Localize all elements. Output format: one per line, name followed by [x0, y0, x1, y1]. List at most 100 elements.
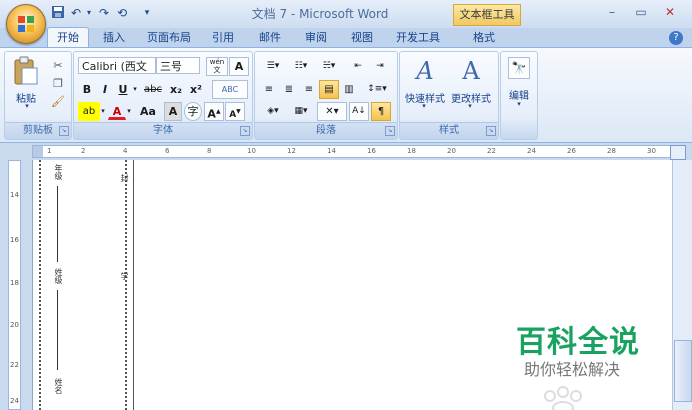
- shading-icon[interactable]: ◈▾: [259, 102, 287, 121]
- change-styles-icon[interactable]: A: [456, 56, 486, 86]
- grow-font-button[interactable]: A▲: [204, 102, 224, 121]
- tab-page-layout[interactable]: 页面布局: [141, 28, 197, 47]
- distributed-icon[interactable]: ▥: [339, 80, 359, 99]
- change-case-button[interactable]: Aa: [134, 102, 162, 121]
- scrollbar-thumb[interactable]: [674, 340, 692, 402]
- sort-icon[interactable]: A↓: [349, 102, 369, 121]
- vertical-text: 学: [120, 272, 129, 280]
- align-right-icon[interactable]: ≡: [299, 80, 319, 99]
- editing-dropdown-icon[interactable]: ▾: [515, 100, 523, 108]
- ruler-tick: 14: [327, 147, 336, 155]
- quick-styles-icon[interactable]: A: [410, 56, 440, 86]
- ruler-tick: 12: [287, 147, 296, 155]
- highlight-button[interactable]: ab: [78, 102, 100, 121]
- superscript-button[interactable]: x²: [186, 80, 206, 99]
- font-name-combo[interactable]: Calibri (西文: [78, 57, 156, 74]
- ruler-tick: 10: [247, 147, 256, 155]
- numbering-icon[interactable]: ☷▾: [287, 57, 315, 76]
- line-spacing-icon[interactable]: ↕≡▾: [363, 80, 391, 99]
- tab-format[interactable]: 格式: [466, 28, 502, 47]
- ruler-margin-shade: [33, 146, 43, 157]
- char-shading-icon[interactable]: A: [164, 102, 182, 121]
- ruler-tick: 22: [10, 361, 19, 369]
- font-group: Calibri (西文 三号 wén 文 A B I U ▾ abc x₂ x²…: [73, 51, 253, 140]
- watermark-title: 百科全说: [516, 325, 640, 360]
- tab-developer[interactable]: 开发工具: [390, 28, 446, 47]
- repeat-icon[interactable]: ⟲: [113, 5, 131, 21]
- justify-icon[interactable]: ▤: [319, 80, 339, 99]
- tab-insert[interactable]: 插入: [96, 28, 132, 47]
- save-icon[interactable]: [50, 5, 66, 21]
- underline-dropdown-icon[interactable]: ▾: [130, 80, 140, 99]
- paragraph-group-label: 段落: [255, 122, 397, 139]
- align-left-icon[interactable]: ≡: [259, 80, 279, 99]
- paragraph-dialog-launcher-icon[interactable]: ↘: [385, 126, 395, 136]
- increase-indent-icon[interactable]: ⇥: [369, 57, 391, 76]
- dialog-launcher-icon[interactable]: ↘: [59, 126, 69, 136]
- customize-icon[interactable]: ▾: [142, 5, 152, 21]
- paste-icon[interactable]: [12, 56, 42, 88]
- quick-styles-dropdown-icon[interactable]: ▾: [420, 102, 428, 110]
- vertical-ruler[interactable]: 14 16 18 20 22 24: [8, 160, 21, 410]
- office-button[interactable]: [6, 4, 46, 44]
- font-size-combo[interactable]: 三号: [156, 57, 200, 74]
- change-styles-dropdown-icon[interactable]: ▾: [466, 102, 474, 110]
- chinese-layout-icon[interactable]: ✕▾: [317, 102, 347, 121]
- tab-view[interactable]: 视图: [344, 28, 380, 47]
- copy-icon[interactable]: ❐: [49, 74, 67, 93]
- paste-dropdown-icon[interactable]: ▾: [23, 102, 31, 110]
- italic-button[interactable]: I: [96, 80, 114, 99]
- format-painter-icon[interactable]: 🖌: [49, 92, 67, 111]
- undo-icon[interactable]: ↶: [68, 5, 84, 21]
- enclose-char-icon[interactable]: 字: [184, 102, 202, 121]
- window-title: 文档 7 - Microsoft Word: [251, 7, 389, 21]
- binoculars-icon[interactable]: 🔭: [508, 57, 530, 79]
- styles-dialog-launcher-icon[interactable]: ↘: [486, 126, 496, 136]
- view-ruler-icon[interactable]: [670, 145, 686, 160]
- tab-home[interactable]: 开始: [47, 27, 89, 49]
- font-dialog-launcher-icon[interactable]: ↘: [240, 126, 250, 136]
- restore-button[interactable]: ▭: [627, 3, 655, 21]
- paragraph-group: ☰▾ ☷▾ ☵▾ ⇤ ⇥ ≡ ≣ ≡ ▤ ▥ ↕≡▾ ◈▾ ▦▾ ✕▾ A↓ ¶…: [254, 51, 398, 140]
- ruler-tick: 6: [165, 147, 170, 155]
- phonetic-guide-button[interactable]: wén 文: [206, 57, 228, 76]
- show-formatting-icon[interactable]: ¶: [371, 102, 391, 121]
- watermark-subtitle: 助你轻松解决: [524, 360, 621, 379]
- close-button[interactable]: ✕: [656, 3, 684, 21]
- textbox-column[interactable]: 年级 姓名 姓级 学 封: [33, 160, 134, 410]
- align-center-icon[interactable]: ≣: [279, 80, 299, 99]
- vertical-text: 姓级: [54, 268, 63, 284]
- undo-dropdown-icon[interactable]: ▾: [84, 5, 94, 21]
- bullets-icon[interactable]: ☰▾: [259, 57, 287, 76]
- strikethrough-button[interactable]: abc: [140, 80, 166, 99]
- underline-rule: [57, 186, 58, 262]
- minimize-button[interactable]: –: [598, 3, 626, 21]
- underline-rule: [57, 290, 58, 370]
- multilevel-list-icon[interactable]: ☵▾: [315, 57, 343, 76]
- redo-icon[interactable]: ↷: [96, 5, 112, 21]
- phonetic-guide-label: wén 文: [209, 58, 225, 74]
- char-border-button[interactable]: A: [229, 57, 249, 76]
- ruler-tick: 16: [367, 147, 376, 155]
- tab-mailings[interactable]: 邮件: [252, 28, 288, 47]
- font-color-dropdown-icon[interactable]: ▾: [124, 102, 134, 121]
- ruler-tick: 22: [487, 147, 496, 155]
- decrease-indent-icon[interactable]: ⇤: [347, 57, 369, 76]
- help-icon[interactable]: ?: [669, 31, 683, 45]
- tab-review[interactable]: 审阅: [298, 28, 334, 47]
- vertical-text: 姓名: [54, 378, 63, 394]
- cut-icon[interactable]: ✂: [49, 56, 67, 75]
- font-group-label: 字体: [74, 122, 252, 139]
- shrink-font-button[interactable]: A▼: [225, 102, 245, 121]
- clear-formatting-icon[interactable]: ABC: [212, 80, 248, 99]
- ruler-tick: 28: [607, 147, 616, 155]
- horizontal-ruler[interactable]: 1 2 4 6 8 10 12 14 16 18 20 22 24 26 28 …: [32, 145, 672, 158]
- shrink-arrow-icon: ▼: [236, 108, 241, 115]
- borders-icon[interactable]: ▦▾: [287, 102, 315, 121]
- bold-button[interactable]: B: [78, 80, 96, 99]
- subscript-button[interactable]: x₂: [166, 80, 186, 99]
- office-logo-icon: [18, 16, 34, 32]
- tab-references[interactable]: 引用: [205, 28, 241, 47]
- highlight-dropdown-icon[interactable]: ▾: [98, 102, 108, 121]
- ruler-tick: 20: [10, 321, 19, 329]
